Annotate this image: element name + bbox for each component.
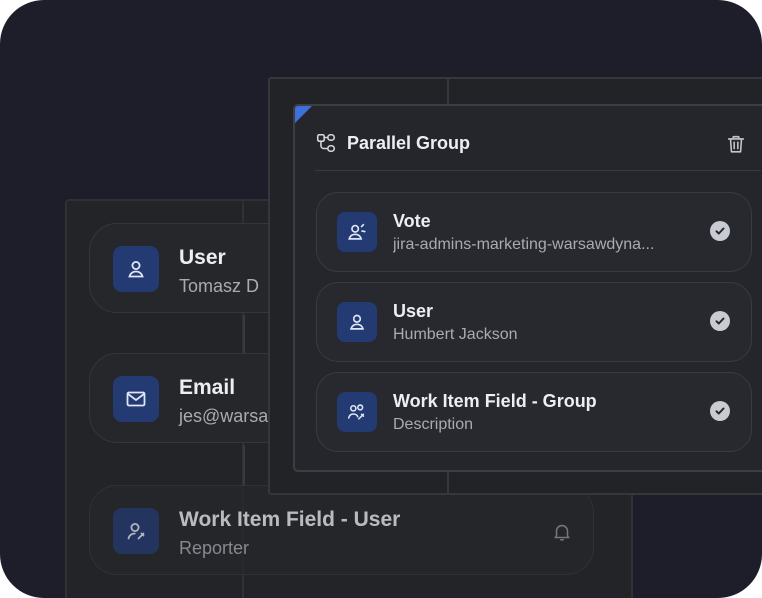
workflow-canvas: User Tomasz D Email jes@warsa Work Item … (0, 0, 762, 598)
item-title: User (393, 301, 434, 321)
trash-icon[interactable] (725, 133, 747, 155)
step-subtitle: jes@warsa (179, 406, 269, 426)
step-connector (243, 445, 245, 485)
item-title: Work Item Field - Group (393, 391, 597, 411)
selection-corner-marker (295, 106, 312, 123)
user-icon (337, 302, 377, 342)
step-card-work-item-field-user[interactable]: Work Item Field - User Reporter (89, 485, 594, 575)
item-subtitle: jira-admins-marketing-warsawdyna... (393, 236, 655, 253)
item-title: Vote (393, 211, 431, 231)
item-subtitle: Humbert Jackson (393, 326, 518, 343)
parallel-group-panel[interactable]: Parallel Group Vote jira-admins-marketin… (293, 104, 762, 472)
group-edit-icon (337, 392, 377, 432)
parallel-group-title: Parallel Group (347, 132, 471, 153)
item-subtitle: Description (393, 416, 474, 433)
parallel-group-header: Parallel Group (315, 132, 470, 154)
check-icon (710, 401, 730, 421)
user-edit-icon (113, 508, 159, 554)
mail-icon (113, 376, 159, 422)
header-divider (315, 170, 761, 171)
step-title: User (179, 246, 226, 269)
step-subtitle: Tomasz D (179, 276, 260, 296)
group-item-user[interactable]: User Humbert Jackson (316, 282, 752, 362)
group-item-work-item-field-group[interactable]: Work Item Field - Group Description (316, 372, 752, 452)
step-title: Work Item Field - User (179, 508, 401, 531)
check-icon (710, 221, 730, 241)
group-item-vote[interactable]: Vote jira-admins-marketing-warsawdyna... (316, 192, 752, 272)
step-title: Email (179, 376, 236, 399)
step-connector (243, 315, 245, 353)
parallel-group-icon (316, 133, 336, 153)
step-subtitle: Reporter (179, 538, 250, 558)
check-icon (710, 311, 730, 331)
user-icon (113, 246, 159, 292)
bell-icon[interactable] (551, 521, 573, 543)
user-vote-icon (337, 212, 377, 252)
